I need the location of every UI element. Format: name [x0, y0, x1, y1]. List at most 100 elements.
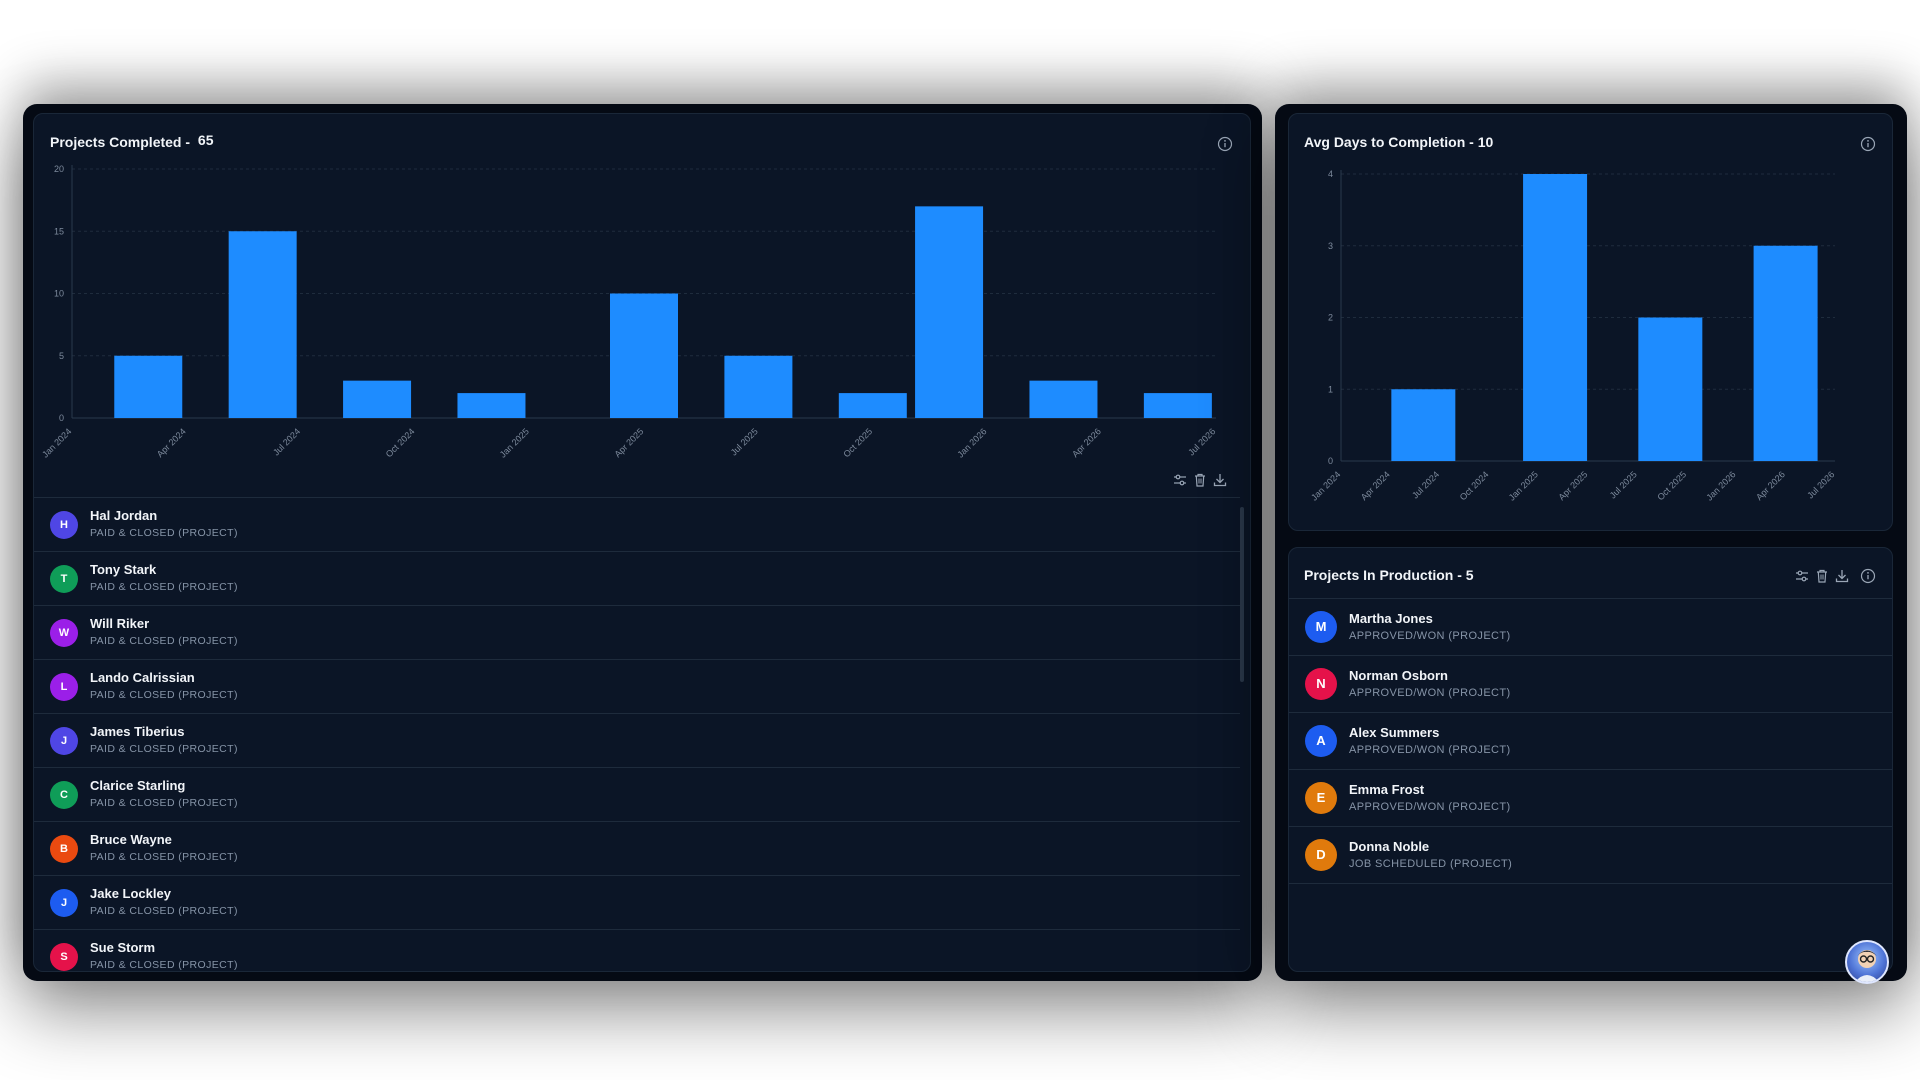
- project-status: APPROVED/WON (PROJECT): [1349, 801, 1511, 813]
- x-tick-label: Apr 2025: [1557, 469, 1590, 502]
- x-tick-label: Jan 2026: [1704, 469, 1737, 502]
- filter-icon[interactable]: [1172, 472, 1188, 488]
- x-tick-label: Apr 2026: [1754, 469, 1787, 502]
- list-item[interactable]: A Alex Summers APPROVED/WON (PROJECT): [1289, 713, 1892, 770]
- projects-completed-list: H Hal Jordan PAID & CLOSED (PROJECT) T Tony …: [34, 497, 1240, 971]
- bar: [1523, 174, 1588, 461]
- y-tick-label: 5: [59, 351, 64, 361]
- list-item[interactable]: M Martha Jones APPROVED/WON (PROJECT): [1289, 599, 1892, 656]
- list-item[interactable]: J James Tiberius PAID & CLOSED (PROJECT): [34, 714, 1240, 768]
- list-item[interactable]: L Lando Calrissian PAID & CLOSED (PROJECT): [34, 660, 1240, 714]
- contact-name[interactable]: Emma Frost: [1349, 782, 1424, 797]
- download-icon[interactable]: [1834, 568, 1850, 584]
- info-icon[interactable]: [1860, 568, 1876, 584]
- bar: [1029, 380, 1098, 418]
- contact-name[interactable]: Tony Stark: [90, 562, 156, 577]
- list-item[interactable]: W Will Riker PAID & CLOSED (PROJECT): [34, 606, 1240, 660]
- list-item[interactable]: J Jake Lockley PAID & CLOSED (PROJECT): [34, 876, 1240, 930]
- x-tick-label: Oct 2025: [841, 426, 874, 459]
- list-item[interactable]: C Clarice Starling PAID & CLOSED (PROJECT): [34, 768, 1240, 822]
- projects-completed-card: Projects Completed - 65 0 5 10 15 20 Jan 2024…: [33, 113, 1251, 972]
- list-item[interactable]: B Bruce Wayne PAID & CLOSED (PROJECT): [34, 822, 1240, 876]
- project-status: APPROVED/WON (PROJECT): [1349, 630, 1511, 642]
- x-tick-label: Jan 2026: [955, 426, 988, 459]
- y-tick-label: 20: [54, 164, 64, 174]
- avatar: S: [50, 943, 78, 971]
- project-status: APPROVED/WON (PROJECT): [1349, 744, 1511, 756]
- avatar: H: [50, 511, 78, 539]
- x-tick-label: Jan 2024: [40, 426, 73, 459]
- project-status: PAID & CLOSED (PROJECT): [90, 635, 238, 647]
- contact-name[interactable]: Sue Storm: [90, 940, 155, 955]
- bar: [838, 393, 907, 418]
- contact-name[interactable]: Alex Summers: [1349, 725, 1439, 740]
- list-item[interactable]: N Norman Osborn APPROVED/WON (PROJECT): [1289, 656, 1892, 713]
- scrollbar-thumb[interactable]: [1240, 507, 1244, 682]
- contact-name[interactable]: Jake Lockley: [90, 886, 171, 901]
- x-tick-label: Apr 2025: [613, 426, 646, 459]
- y-tick-label: 3: [1328, 241, 1333, 251]
- project-status: PAID & CLOSED (PROJECT): [90, 905, 238, 917]
- bar: [114, 355, 183, 418]
- list-item[interactable]: S Sue Storm PAID & CLOSED (PROJECT): [34, 930, 1240, 971]
- x-tick-label: Jul 2026: [1805, 469, 1836, 500]
- contact-name[interactable]: Clarice Starling: [90, 778, 185, 793]
- project-status: PAID & CLOSED (PROJECT): [90, 851, 238, 863]
- list-item[interactable]: D Donna Noble JOB SCHEDULED (PROJECT): [1289, 827, 1892, 884]
- avatar: A: [1305, 725, 1337, 757]
- x-tick-label: Jul 2025: [1608, 469, 1639, 500]
- y-tick-label: 15: [54, 226, 64, 236]
- list-item[interactable]: H Hal Jordan PAID & CLOSED (PROJECT): [34, 498, 1240, 552]
- projects-completed-chart: 0 5 10 15 20 Jan 2024 Apr 2024 Jul 2024 Oct 2024…: [40, 164, 1217, 460]
- x-tick-label: Apr 2024: [155, 426, 188, 459]
- x-tick-label: Oct 2024: [384, 426, 417, 459]
- list-item[interactable]: T Tony Stark PAID & CLOSED (PROJECT): [34, 552, 1240, 606]
- avatar: M: [1305, 611, 1337, 643]
- user-avatar[interactable]: [1845, 940, 1889, 984]
- project-status: PAID & CLOSED (PROJECT): [90, 527, 238, 539]
- project-status: PAID & CLOSED (PROJECT): [90, 743, 238, 755]
- list-scrollbar[interactable]: [1239, 497, 1245, 971]
- project-status: PAID & CLOSED (PROJECT): [90, 689, 238, 701]
- filter-icon[interactable]: [1794, 568, 1810, 584]
- trash-icon[interactable]: [1192, 472, 1208, 488]
- avatar: D: [1305, 839, 1337, 871]
- contact-name[interactable]: Lando Calrissian: [90, 670, 195, 685]
- download-icon[interactable]: [1212, 472, 1228, 488]
- list-item[interactable]: E Emma Frost APPROVED/WON (PROJECT): [1289, 770, 1892, 827]
- right-panel: Avg Days to Completion - 10 0 1 2 3 4 Jan 202…: [1275, 104, 1907, 981]
- bar: [228, 231, 297, 418]
- project-status: JOB SCHEDULED (PROJECT): [1349, 858, 1513, 870]
- x-tick-label: Jul 2026: [1186, 426, 1217, 457]
- contact-name[interactable]: Will Riker: [90, 616, 149, 631]
- trash-icon[interactable]: [1814, 568, 1830, 584]
- avatar: J: [50, 889, 78, 917]
- contact-name[interactable]: Hal Jordan: [90, 508, 157, 523]
- avatar: C: [50, 781, 78, 809]
- contact-name[interactable]: Martha Jones: [1349, 611, 1433, 626]
- contact-name[interactable]: Norman Osborn: [1349, 668, 1448, 683]
- x-tick-label: Jan 2025: [1507, 469, 1540, 502]
- bar: [724, 355, 793, 418]
- y-tick-label: 0: [59, 413, 64, 423]
- x-tick-label: Apr 2026: [1070, 426, 1103, 459]
- avatar: L: [50, 673, 78, 701]
- projects-in-production-card: Projects In Production - 5 M Martha Jones…: [1288, 547, 1893, 972]
- avatar: B: [50, 835, 78, 863]
- contact-name[interactable]: Bruce Wayne: [90, 832, 172, 847]
- project-status: PAID & CLOSED (PROJECT): [90, 797, 238, 809]
- avatar: W: [50, 619, 78, 647]
- bar: [1391, 389, 1456, 461]
- y-tick-label: 10: [54, 289, 64, 299]
- bar: [1753, 245, 1818, 461]
- avatar: N: [1305, 668, 1337, 700]
- avatar: T: [50, 565, 78, 593]
- x-tick-label: Jan 2024: [1309, 469, 1342, 502]
- contact-name[interactable]: James Tiberius: [90, 724, 184, 739]
- contact-name[interactable]: Donna Noble: [1349, 839, 1429, 854]
- x-tick-label: Oct 2024: [1458, 469, 1491, 502]
- bar: [1638, 317, 1703, 461]
- projects-completed-panel: Projects Completed - 65 0 5 10 15 20 Jan 2024…: [23, 104, 1262, 981]
- bar: [610, 293, 678, 418]
- avatar: J: [50, 727, 78, 755]
